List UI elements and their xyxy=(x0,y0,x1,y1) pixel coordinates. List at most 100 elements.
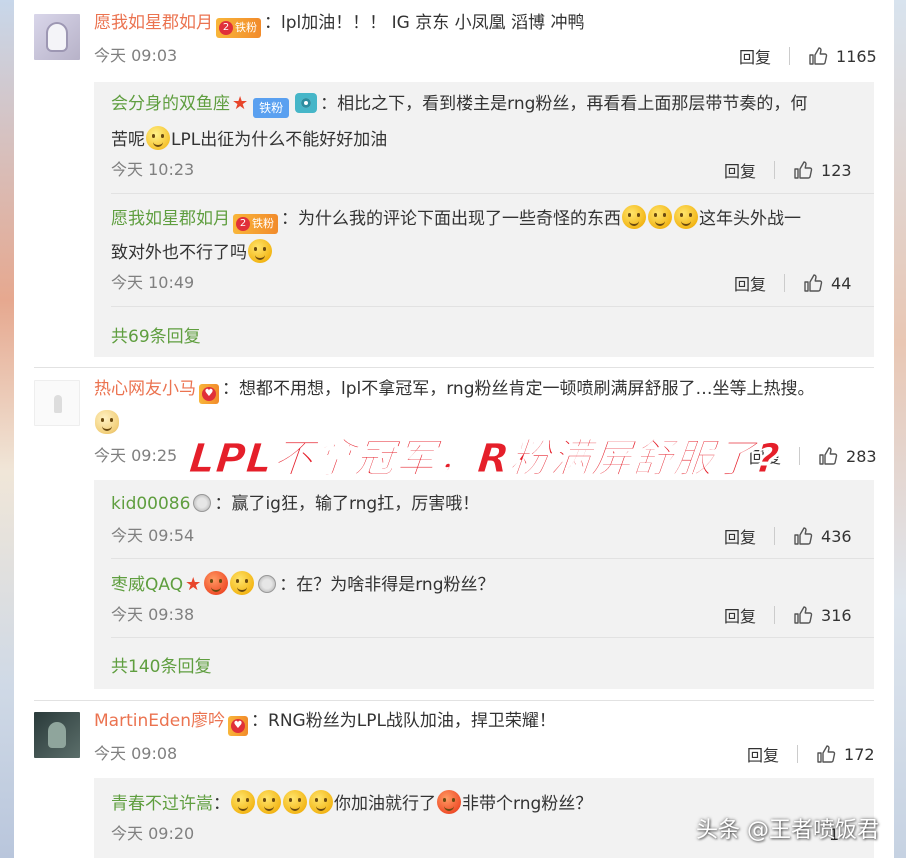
divider xyxy=(111,637,874,638)
fan-badge: ♥ xyxy=(199,384,219,404)
reply-time: 今天 10:23 xyxy=(111,160,195,179)
like-count: 44 xyxy=(831,273,852,293)
username-link[interactable]: 会分身的双鱼座 xyxy=(111,94,230,114)
fan-badge: 铁粉 xyxy=(253,98,290,118)
reply-button[interactable]: 回复 xyxy=(724,524,756,548)
reply-box: kid00086 ：赢了ig狂，输了rng扛，厉害哦！ 今天 09:54 回复 4… xyxy=(94,480,874,689)
thumbs-up-icon xyxy=(809,47,828,65)
reply-text: 你加油就行了 xyxy=(334,794,436,814)
divider xyxy=(789,47,791,65)
divider xyxy=(784,274,786,292)
emoji-icon xyxy=(283,790,307,814)
thumbs-up-icon xyxy=(804,274,823,292)
username-link[interactable]: 愿我如星郡如月 xyxy=(111,209,230,229)
reply-time: 今天 10:49 xyxy=(111,273,195,292)
thumbs-up-icon xyxy=(817,745,836,763)
like-count: 436 xyxy=(821,526,852,546)
avatar[interactable] xyxy=(34,380,80,426)
like-button[interactable]: 172 xyxy=(816,744,875,764)
username-link[interactable]: 青春不过许嵩 xyxy=(111,794,213,814)
emoji-icon xyxy=(309,790,333,814)
reply-actions: 回复 316 xyxy=(724,603,852,627)
thumbs-up-icon xyxy=(794,606,813,624)
divider xyxy=(111,306,874,307)
more-replies-link[interactable]: 共69条回复 xyxy=(111,322,201,347)
reply-button[interactable]: 回复 xyxy=(724,158,756,182)
reply-text: ：为什么我的评论下面出现了一些奇怪的东西 xyxy=(281,209,621,229)
reply-text: ：相比之下，看到楼主是rng粉丝，再看看上面那层带节奏的，何 xyxy=(320,94,808,114)
comment-header: 愿我如星郡如月 2 铁粉 ：lpl加油！！！ IG 京东 小凤凰 滔博 冲鸭 xyxy=(94,11,584,38)
emoji-icon xyxy=(257,790,281,814)
comment-time: 今天 09:03 xyxy=(94,46,178,65)
comment-text: ：RNG粉丝为LPL战队加油，捍卫荣耀！ xyxy=(251,711,556,731)
divider xyxy=(34,700,874,701)
reply-text-line: 致对外也不行了吗 xyxy=(111,239,273,265)
rooster-emoji-icon xyxy=(204,571,229,595)
username-link[interactable]: MartinEden廖吟 xyxy=(94,711,225,731)
emoji-icon xyxy=(674,205,698,229)
divider xyxy=(799,447,801,465)
reply-button[interactable]: 回复 xyxy=(734,271,766,295)
background-left-edge xyxy=(0,0,14,858)
divider xyxy=(774,161,776,179)
username-link[interactable]: 枣威QAQ xyxy=(111,575,183,595)
medal-icon xyxy=(258,575,277,593)
divider xyxy=(34,367,874,368)
reply-header: 枣威QAQ ★ ：在？为啥非得是rng粉丝？ xyxy=(111,571,495,597)
username-link[interactable]: kid00086 xyxy=(111,494,190,514)
username-link[interactable]: 热心网友小马 xyxy=(94,379,196,399)
like-count: 1165 xyxy=(836,46,877,66)
username-link[interactable]: 愿我如星郡如月 xyxy=(94,13,213,33)
comment-actions: 回复 172 xyxy=(747,742,875,766)
reply-box: 会分身的双鱼座 ★ 铁粉 ：相比之下，看到楼主是rng粉丝，再看看上面那层带节奏的，何… xyxy=(94,82,874,357)
reply-header: 愿我如星郡如月 2 铁粉 ：为什么我的评论下面出现了一些奇怪的东西 这年头外战一 xyxy=(111,205,801,234)
comment-header: 热心网友小马 ♥ ：想都不用想，lpl不拿冠军，rng粉丝肯定一顿喷刷满屏舒服了…坐… xyxy=(94,377,815,404)
like-count: 283 xyxy=(846,446,877,466)
like-button[interactable]: 316 xyxy=(793,605,852,625)
emoji-icon xyxy=(622,205,646,229)
avatar[interactable] xyxy=(34,14,80,60)
comment-time: 今天 09:25 xyxy=(94,446,178,465)
reply-button[interactable]: 回复 xyxy=(747,742,779,766)
dog-emoji-icon xyxy=(95,410,119,434)
fan-badge: 2 铁粉 xyxy=(233,214,278,234)
thumbs-up-icon xyxy=(794,161,813,179)
reply-button[interactable]: 回复 xyxy=(724,603,756,627)
emoji-icon xyxy=(648,205,672,229)
like-button[interactable]: 283 xyxy=(818,446,877,466)
comment-time: 今天 09:08 xyxy=(94,744,178,763)
fan-badge: ♥ xyxy=(228,716,249,736)
fan-badge: 2 铁粉 xyxy=(216,18,261,38)
avatar[interactable] xyxy=(34,712,80,758)
like-button[interactable]: 44 xyxy=(803,273,851,293)
comment-list: 愿我如星郡如月 2 铁粉 ：lpl加油！！！ IG 京东 小凤凰 滔博 冲鸭 今天 0… xyxy=(14,0,894,858)
reply-actions: 回复 44 xyxy=(734,271,851,295)
thumbs-up-icon xyxy=(794,527,813,545)
divider xyxy=(797,745,799,763)
divider xyxy=(774,527,776,545)
comment-text: ：lpl加油！！！ IG 京东 小凤凰 滔博 冲鸭 xyxy=(264,13,585,33)
emoji-icon xyxy=(146,126,170,150)
like-button[interactable]: 123 xyxy=(793,160,852,180)
divider xyxy=(111,193,874,194)
reply-time: 今天 09:54 xyxy=(111,526,195,545)
comment-text: ：想都不用想，lpl不拿冠军，rng粉丝肯定一顿喷刷满屏舒服了…坐等上热搜。 xyxy=(222,379,815,399)
comment-actions: 回复 1165 xyxy=(739,44,877,68)
emoji-icon xyxy=(231,790,255,814)
medal-icon xyxy=(193,494,212,512)
reply-time: 今天 09:38 xyxy=(111,605,195,624)
watermark: 头条 @王者喷饭君 xyxy=(696,818,879,843)
reply-button[interactable]: 回复 xyxy=(739,44,771,68)
reply-text: ：赢了ig狂，输了rng扛，厉害哦！ xyxy=(214,494,480,514)
grin-emoji-icon xyxy=(230,571,255,595)
background-right-edge xyxy=(894,0,906,858)
reply-actions: 回复 436 xyxy=(724,524,852,548)
camera-badge-icon xyxy=(295,93,318,113)
divider xyxy=(774,606,776,624)
like-button[interactable]: 436 xyxy=(793,526,852,546)
reply-time: 今天 09:20 xyxy=(111,824,195,843)
more-replies-link[interactable]: 共140条回复 xyxy=(111,652,211,677)
like-button[interactable]: 1165 xyxy=(808,46,877,66)
thumbs-up-icon xyxy=(819,447,838,465)
like-count: 172 xyxy=(844,744,875,764)
